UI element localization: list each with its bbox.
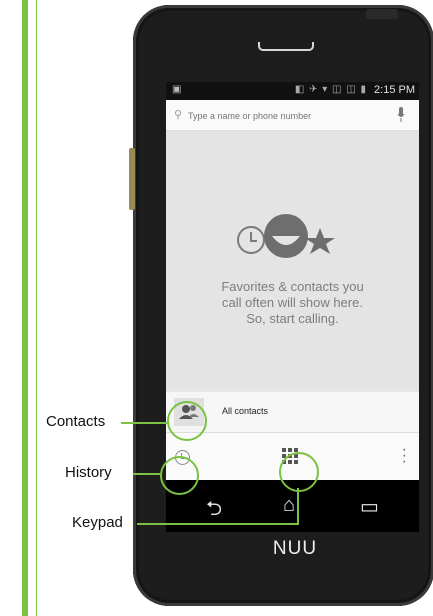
volume-button bbox=[129, 148, 135, 210]
notification-icon: ▣ bbox=[172, 84, 182, 95]
empty-state-message: Favorites & contacts you call often will… bbox=[221, 279, 364, 326]
status-time: 2:15 PM bbox=[374, 84, 415, 96]
overflow-menu-icon[interactable]: · · · bbox=[402, 442, 407, 470]
callout-history-line bbox=[133, 473, 161, 475]
decorative-rule bbox=[22, 0, 28, 616]
all-contacts-label: All contacts bbox=[222, 406, 269, 416]
search-input[interactable] bbox=[186, 106, 375, 126]
search-icon: ⚲ bbox=[174, 109, 183, 121]
status-icons: ◧ ✈ ▾ ◫ ◫ ▮ bbox=[294, 84, 367, 95]
callout-keypad-line bbox=[137, 523, 297, 525]
power-button bbox=[366, 9, 398, 19]
callout-history-label: History bbox=[65, 464, 112, 481]
callout-contacts-label: Contacts bbox=[46, 413, 106, 430]
home-icon[interactable]: ⌂ bbox=[283, 494, 295, 517]
microphone-icon[interactable] bbox=[397, 106, 405, 124]
callout-keypad-label: Keypad bbox=[72, 514, 123, 531]
callout-keypad-line bbox=[297, 488, 299, 525]
decorative-rule bbox=[36, 0, 37, 616]
brand-logo: NUU bbox=[272, 538, 318, 559]
callout-history-ring bbox=[160, 456, 199, 495]
recents-icon[interactable]: ▭ bbox=[360, 494, 379, 519]
earpiece-speaker bbox=[258, 42, 314, 51]
favorites-area: Favorites & contacts you call often will… bbox=[166, 131, 419, 389]
status-bar: ▣ ◧ ✈ ▾ ◫ ◫ ▮ 2:15 PM bbox=[166, 82, 419, 100]
callout-contacts-line bbox=[121, 422, 168, 424]
search-bar: ⚲ bbox=[166, 100, 419, 131]
callout-contacts-ring bbox=[167, 401, 207, 441]
favorites-illustration-icon bbox=[237, 214, 335, 258]
callout-keypad-ring bbox=[279, 452, 319, 492]
